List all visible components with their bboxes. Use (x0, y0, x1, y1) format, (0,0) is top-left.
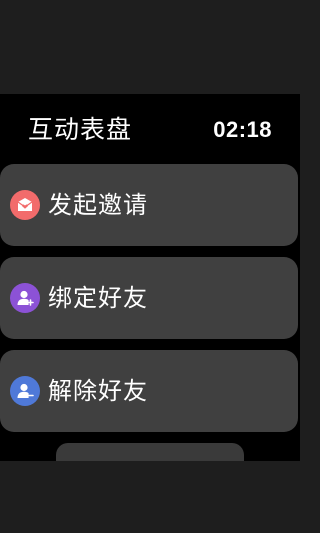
bottom-frame (0, 461, 300, 533)
top-frame (0, 0, 300, 94)
page-title: 互动表盘 (28, 115, 133, 144)
envelope-heart-icon (10, 190, 40, 220)
bind-friend-label: 绑定好友 (48, 284, 148, 312)
add-friend-icon (10, 283, 40, 313)
clock-time: 02:18 (213, 117, 272, 142)
send-invite-label: 发起邀请 (48, 191, 148, 219)
next-menu-item-peek[interactable] (56, 443, 244, 461)
remove-friend-label: 解除好友 (48, 377, 148, 405)
watch-screen: 互动表盘 02:18 发起邀请 绑定好友 解除好友 (0, 94, 300, 461)
remove-friend-icon (10, 376, 40, 406)
send-invite-button[interactable]: 发起邀请 (0, 164, 298, 246)
remove-friend-button[interactable]: 解除好友 (0, 350, 298, 432)
bind-friend-button[interactable]: 绑定好友 (0, 257, 298, 339)
